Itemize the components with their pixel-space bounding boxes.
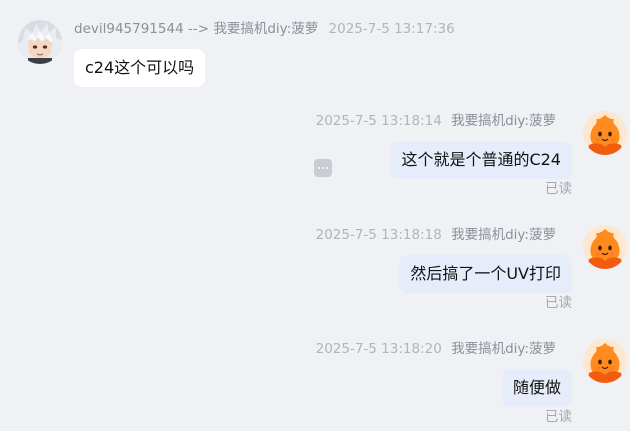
message-timestamp: 2025-7-5 13:18:20 (315, 341, 442, 357)
self-avatar[interactable] (583, 339, 627, 383)
sender-name[interactable]: 我要搞机diy:菠萝 (451, 227, 556, 243)
direction-arrow: --> (187, 21, 210, 37)
message-header: 2025-7-5 13:18:18 我要搞机diy:菠萝 (316, 227, 556, 243)
anime-character-avatar-icon (18, 20, 62, 64)
read-status: 已读 (545, 409, 572, 425)
orange-mascot-avatar-icon (583, 111, 627, 155)
message-bubble[interactable]: c24这个可以吗 (74, 49, 206, 87)
more-options-button[interactable] (314, 159, 332, 177)
group-name: 我要搞机diy:菠萝 (213, 21, 319, 37)
message-bubble[interactable]: 然后搞了一个UV打印 (399, 255, 572, 293)
sender-avatar[interactable] (18, 20, 62, 64)
sender-name[interactable]: 我要搞机diy:菠萝 (451, 113, 556, 129)
self-avatar[interactable] (583, 111, 627, 155)
self-avatar[interactable] (583, 225, 627, 269)
sender-name[interactable]: devil945791544 (74, 21, 184, 37)
message-timestamp: 2025-7-5 13:18:14 (315, 113, 442, 129)
message-timestamp: 2025-7-5 13:18:18 (315, 227, 442, 243)
orange-mascot-avatar-icon (583, 225, 627, 269)
message-header: devil945791544 --> 我要搞机diy:菠萝 2025-7-5 1… (74, 21, 455, 37)
message-header: 2025-7-5 13:18:20 我要搞机diy:菠萝 (316, 341, 556, 357)
message-bubble[interactable]: 随便做 (501, 369, 572, 407)
sender-name[interactable]: 我要搞机diy:菠萝 (451, 341, 556, 357)
message-header: 2025-7-5 13:18:14 我要搞机diy:菠萝 (316, 113, 556, 129)
orange-mascot-avatar-icon (583, 339, 627, 383)
message-timestamp: 2025-7-5 13:17:36 (328, 21, 455, 37)
read-status: 已读 (545, 181, 572, 197)
read-status: 已读 (545, 295, 572, 311)
message-bubble[interactable]: 这个就是个普通的C24 (390, 141, 572, 179)
